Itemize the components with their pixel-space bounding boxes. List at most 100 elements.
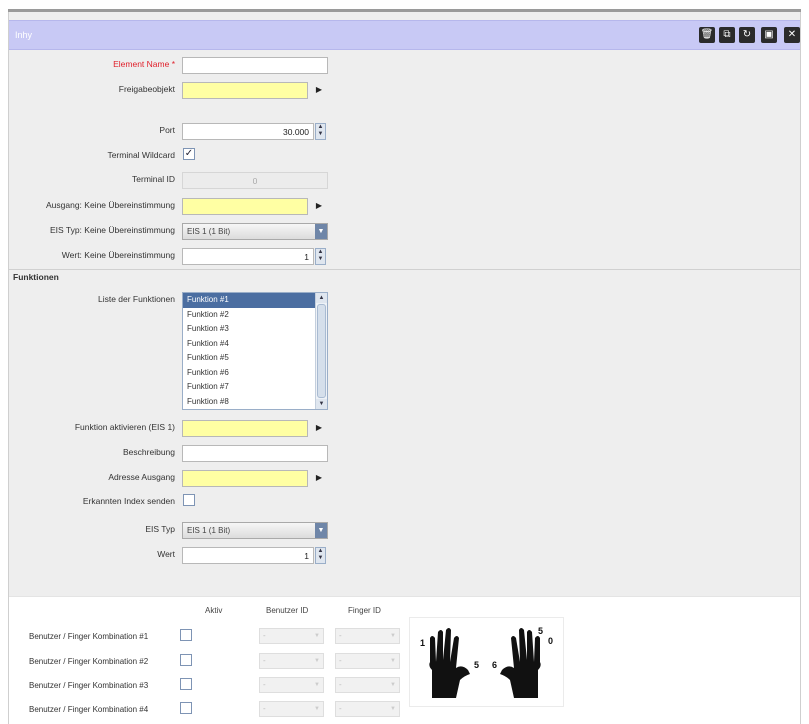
wert-keine-label: Wert: Keine Übereinstimmung bbox=[61, 250, 175, 260]
adresse-ausgang-field[interactable] bbox=[182, 470, 308, 487]
eis-typ-label: EIS Typ bbox=[145, 524, 175, 534]
window-title: Inhy bbox=[15, 30, 33, 40]
kombination-4-finger-select: - ▼ bbox=[335, 701, 400, 717]
funktion-list-item[interactable]: Funktion #6 bbox=[183, 366, 317, 381]
element-name-field[interactable] bbox=[182, 57, 328, 74]
kombination-2-benutzer-select: - ▼ bbox=[259, 653, 324, 669]
eis-typ-value: EIS 1 (1 Bit) bbox=[187, 526, 231, 535]
liste-funktionen-label: Liste der Funktionen bbox=[97, 294, 175, 304]
funktionen-list[interactable]: Funktion #1 Funktion #2 Funktion #3 Funktio… bbox=[182, 292, 328, 410]
element-name-label: Element Name * bbox=[113, 59, 175, 69]
chevron-down-icon: ▼ bbox=[390, 706, 396, 712]
ausgang-arrow-icon[interactable]: ▶ bbox=[314, 200, 324, 212]
kombination-4-checkbox[interactable] bbox=[180, 702, 192, 714]
funktion-list-item[interactable]: Funktion #3 bbox=[183, 322, 317, 337]
wert-spinner[interactable]: ▲ ▼ bbox=[315, 547, 326, 564]
erkannten-index-label: Erkannten Index senden bbox=[82, 496, 175, 506]
finger-id-header: Finger ID bbox=[348, 606, 381, 615]
kombination-3-checkbox[interactable] bbox=[180, 678, 192, 690]
terminal-wildcard-label: Terminal Wildcard bbox=[107, 150, 175, 160]
ausgang-field[interactable] bbox=[182, 198, 308, 215]
kombination-1-label: Benutzer / Finger Kombination #1 bbox=[29, 632, 149, 641]
scroll-up-icon[interactable]: ▲ bbox=[316, 293, 327, 303]
kombination-4-benutzer-select: - ▼ bbox=[259, 701, 324, 717]
ausgang-label: Ausgang: Keine Übereinstimmung bbox=[46, 200, 175, 210]
kombination-1-benutzer-select: - ▼ bbox=[259, 628, 324, 644]
funktionen-heading: Funktionen bbox=[13, 272, 59, 282]
kombination-3-label: Benutzer / Finger Kombination #3 bbox=[29, 681, 149, 690]
funktion-list-item[interactable]: Funktion #4 bbox=[183, 337, 317, 352]
funktion-list-item[interactable]: Funktion #8 bbox=[183, 395, 317, 410]
chevron-down-icon: ▼ bbox=[314, 682, 320, 688]
eis-typ-keine-value: EIS 1 (1 Bit) bbox=[187, 227, 231, 236]
kombination-2-finger-value: - bbox=[339, 656, 342, 665]
kombination-4-label: Benutzer / Finger Kombination #4 bbox=[29, 705, 149, 714]
right-thumb-digit: 6 bbox=[492, 660, 498, 670]
funktion-list-item[interactable]: Funktion #2 bbox=[183, 308, 317, 323]
terminal-wildcard-checkbox[interactable]: ✓ bbox=[183, 148, 195, 160]
beschreibung-label: Beschreibung bbox=[123, 447, 175, 457]
adresse-ausgang-label: Adresse Ausgang bbox=[108, 472, 175, 482]
chevron-down-icon: ▼ bbox=[390, 658, 396, 664]
kombination-2-finger-select: - ▼ bbox=[335, 653, 400, 669]
finger-map-image: 1 5 6 5 0 bbox=[409, 617, 564, 707]
scroll-thumb[interactable] bbox=[317, 304, 326, 398]
funktionen-items: Funktion #1 Funktion #2 Funktion #3 Funktio… bbox=[183, 293, 317, 409]
refresh-icon[interactable]: ↻ bbox=[739, 27, 755, 43]
port-field[interactable]: 30.000 bbox=[182, 123, 314, 140]
kombination-2-label: Benutzer / Finger Kombination #2 bbox=[29, 657, 149, 666]
chevron-down-icon[interactable]: ▼ bbox=[315, 523, 327, 538]
terminal-id-field: 0 bbox=[182, 172, 328, 189]
benutzer-id-header: Benutzer ID bbox=[266, 606, 309, 615]
funktion-aktivieren-field[interactable] bbox=[182, 420, 308, 437]
kombination-3-benutzer-value: - bbox=[263, 680, 266, 689]
scroll-down-icon[interactable]: ▼ bbox=[316, 399, 327, 409]
freigabeobjekt-field[interactable] bbox=[182, 82, 308, 99]
kombination-3-finger-value: - bbox=[339, 680, 342, 689]
kombinationen-panel: Aktiv Benutzer ID Finger ID Benutzer / F… bbox=[9, 596, 800, 724]
eis-typ-keine-label: EIS Typ: Keine Übereinstimmung bbox=[49, 225, 175, 235]
dialog-window: Inhy 🗑 ⧉ ↻ ▣ ✕ Element Name * Freigabeob… bbox=[8, 12, 801, 724]
wert-label: Wert bbox=[157, 549, 175, 559]
port-label: Port bbox=[159, 125, 175, 135]
close-icon[interactable]: ✕ bbox=[784, 27, 800, 43]
funktion-aktivieren-arrow-icon[interactable]: ▶ bbox=[314, 422, 324, 434]
kombination-2-benutzer-value: - bbox=[263, 656, 266, 665]
eis-typ-keine-select[interactable]: EIS 1 (1 Bit) ▼ bbox=[182, 223, 328, 240]
freigabeobjekt-arrow-icon[interactable]: ▶ bbox=[314, 84, 324, 96]
kombination-3-finger-select: - ▼ bbox=[335, 677, 400, 693]
adresse-ausgang-arrow-icon[interactable]: ▶ bbox=[314, 472, 324, 484]
kombination-2-checkbox[interactable] bbox=[180, 654, 192, 666]
aktiv-header: Aktiv bbox=[205, 606, 223, 615]
funktion-list-item[interactable]: Funktion #1 bbox=[183, 293, 317, 308]
chevron-down-icon[interactable]: ▼ bbox=[315, 224, 327, 239]
window-icon[interactable]: ▣ bbox=[761, 27, 777, 43]
erkannten-index-checkbox[interactable] bbox=[183, 494, 195, 506]
kombination-1-checkbox[interactable] bbox=[180, 629, 192, 641]
copy-icon[interactable]: ⧉ bbox=[719, 27, 735, 43]
right-index-digit: 5 bbox=[538, 626, 544, 636]
kombination-1-benutzer-value: - bbox=[263, 631, 266, 640]
eis-typ-select[interactable]: EIS 1 (1 Bit) ▼ bbox=[182, 522, 328, 539]
wert-keine-spinner[interactable]: ▲ ▼ bbox=[315, 248, 326, 265]
list-scrollbar[interactable]: ▲ ▼ bbox=[315, 293, 327, 409]
chevron-down-icon: ▼ bbox=[390, 633, 396, 639]
left-pinky-digit: 1 bbox=[420, 638, 426, 648]
funktion-aktivieren-label: Funktion aktivieren (EIS 1) bbox=[74, 422, 175, 432]
top-strip bbox=[0, 0, 809, 12]
terminal-id-label: Terminal ID bbox=[132, 174, 175, 184]
chevron-down-icon: ▼ bbox=[390, 682, 396, 688]
right-pinky-digit: 0 bbox=[548, 636, 554, 646]
kombination-4-finger-value: - bbox=[339, 704, 342, 713]
wert-field[interactable]: 1 bbox=[182, 547, 314, 564]
funktion-list-item[interactable]: Funktion #7 bbox=[183, 380, 317, 395]
funktion-list-item[interactable]: Funktion #5 bbox=[183, 351, 317, 366]
trash-icon[interactable]: 🗑 bbox=[699, 27, 715, 43]
beschreibung-field[interactable] bbox=[182, 445, 328, 462]
freigabeobjekt-label: Freigabeobjekt bbox=[118, 84, 175, 94]
port-spinner[interactable]: ▲ ▼ bbox=[315, 123, 326, 140]
wert-keine-field[interactable]: 1 bbox=[182, 248, 314, 265]
funktionen-section: Funktionen bbox=[9, 269, 800, 283]
title-bar: Inhy 🗑 ⧉ ↻ ▣ ✕ bbox=[9, 20, 800, 50]
kombination-1-finger-value: - bbox=[339, 631, 342, 640]
